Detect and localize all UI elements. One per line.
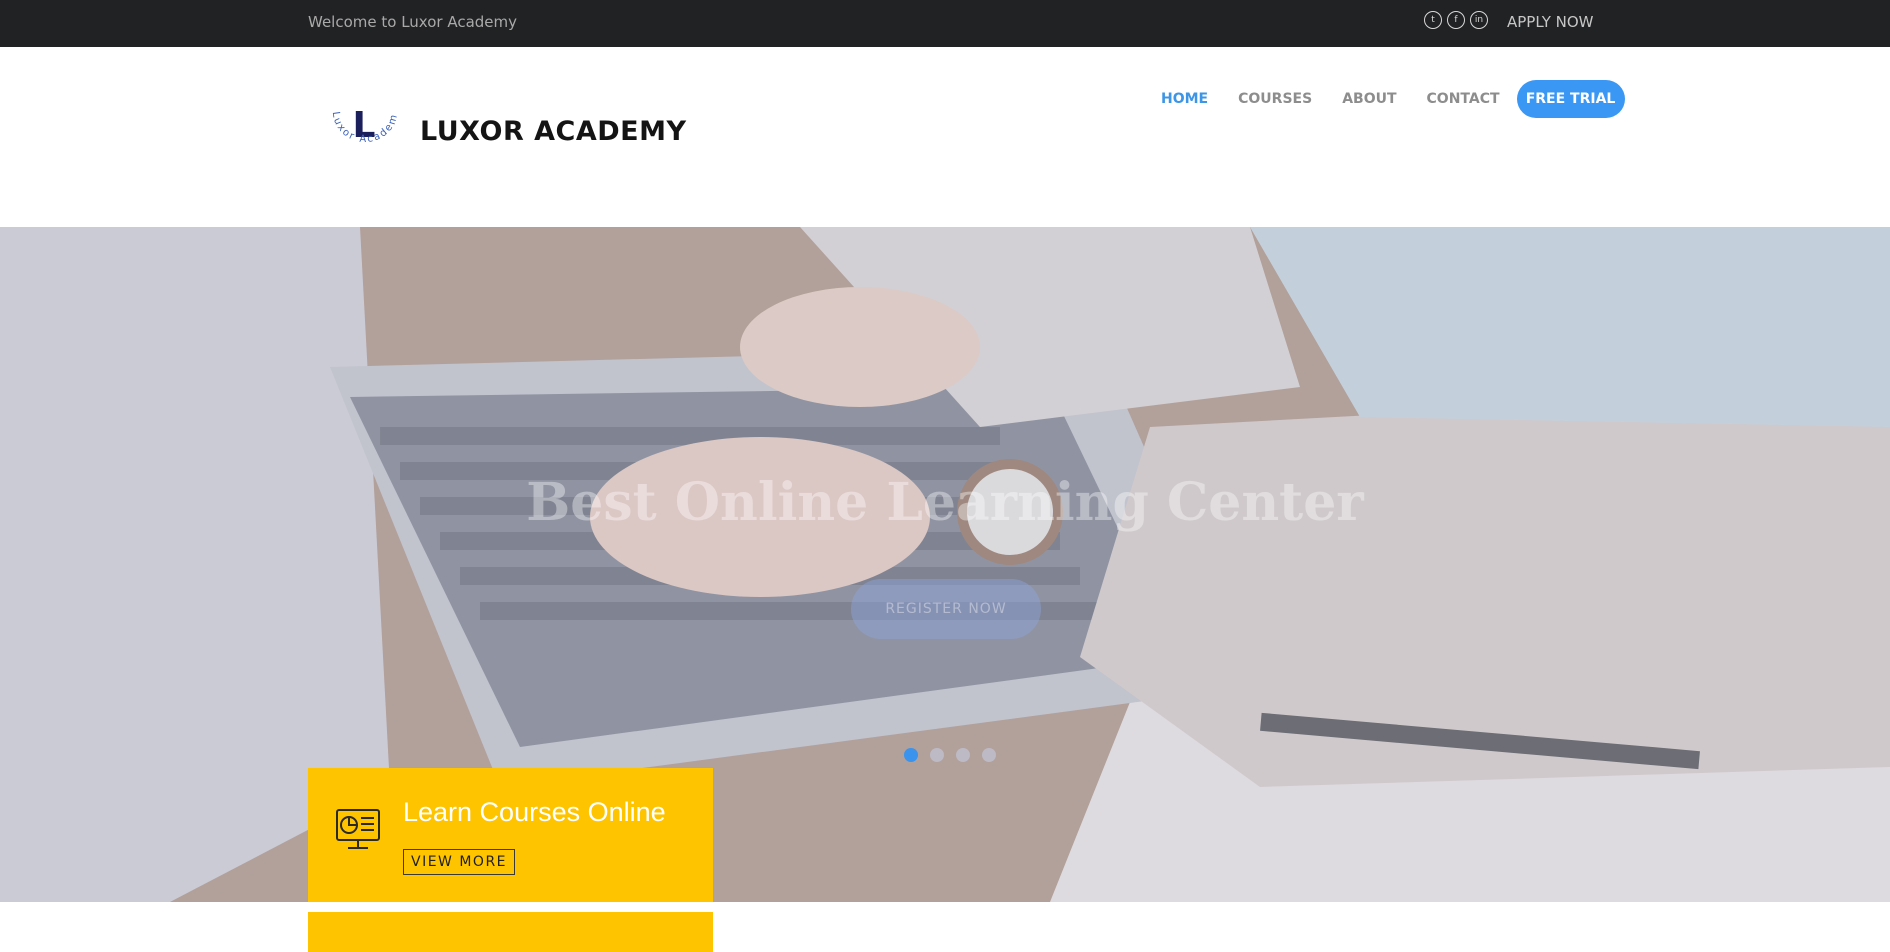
- twitter-icon[interactable]: t: [1424, 11, 1442, 29]
- slider-dot-3[interactable]: [956, 748, 970, 762]
- hero-overlay: [0, 227, 1890, 902]
- welcome-text: Welcome to Luxor Academy: [308, 13, 518, 31]
- brand-name[interactable]: LUXOR ACADEMY: [420, 116, 687, 147]
- course-card-title: Learn Courses Online: [403, 797, 666, 827]
- nav-courses[interactable]: COURSES: [1238, 91, 1312, 107]
- nav-about[interactable]: ABOUT: [1342, 91, 1396, 107]
- hero-title: Best Online Learning Center: [526, 472, 1364, 533]
- slider-dot-2[interactable]: [930, 748, 944, 762]
- register-now-button[interactable]: REGISTER NOW: [851, 579, 1041, 639]
- nav-contact[interactable]: CONTACT: [1427, 91, 1500, 107]
- free-trial-button[interactable]: FREE TRIAL: [1516, 80, 1625, 118]
- linkedin-icon[interactable]: in: [1470, 11, 1488, 29]
- facebook-icon[interactable]: f: [1447, 11, 1465, 29]
- top-bar: Welcome to Luxor Academy t f in APPLY NO…: [0, 0, 1890, 47]
- site-header: L Luxor Academy LUXOR ACADEMY HOME COURS…: [0, 47, 1890, 227]
- course-card-online: Learn Courses Online VIEW MORE: [308, 768, 713, 902]
- nav-home[interactable]: HOME: [1161, 91, 1208, 107]
- hero-slider: Best Online Learning Center REGISTER NOW: [0, 227, 1890, 902]
- slider-dots: [904, 748, 996, 762]
- social-links: t f in: [1424, 11, 1488, 29]
- apply-now-link[interactable]: APPLY NOW: [1507, 13, 1594, 31]
- computer-monitor-icon: [336, 809, 380, 849]
- view-more-button[interactable]: VIEW MORE: [403, 849, 516, 875]
- slider-dot-1[interactable]: [904, 748, 918, 762]
- slider-dot-4[interactable]: [982, 748, 996, 762]
- main-nav: HOME COURSES ABOUT CONTACT FREE TRIAL: [1161, 80, 1625, 118]
- course-card-second: [308, 912, 713, 952]
- logo-icon[interactable]: L Luxor Academy: [325, 104, 403, 166]
